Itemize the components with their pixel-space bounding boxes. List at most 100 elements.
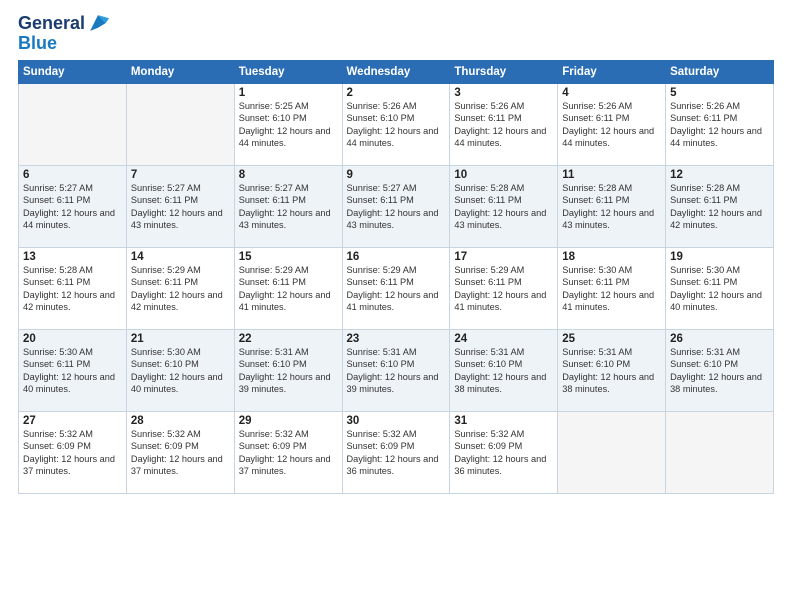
calendar-week-1: 1Sunrise: 5:25 AM Sunset: 6:10 PM Daylig…	[19, 83, 774, 165]
calendar-cell: 26Sunrise: 5:31 AM Sunset: 6:10 PM Dayli…	[666, 329, 774, 411]
weekday-header-wednesday: Wednesday	[342, 60, 450, 83]
calendar-cell: 8Sunrise: 5:27 AM Sunset: 6:11 PM Daylig…	[234, 165, 342, 247]
day-number: 21	[131, 333, 230, 345]
day-info: Sunrise: 5:29 AM Sunset: 6:11 PM Dayligh…	[131, 264, 230, 314]
weekday-header-saturday: Saturday	[666, 60, 774, 83]
day-info: Sunrise: 5:29 AM Sunset: 6:11 PM Dayligh…	[454, 264, 553, 314]
logo-text-general: General	[18, 14, 85, 34]
calendar-cell: 15Sunrise: 5:29 AM Sunset: 6:11 PM Dayli…	[234, 247, 342, 329]
weekday-header-monday: Monday	[126, 60, 234, 83]
day-number: 7	[131, 169, 230, 181]
day-info: Sunrise: 5:28 AM Sunset: 6:11 PM Dayligh…	[670, 182, 769, 232]
calendar-cell: 19Sunrise: 5:30 AM Sunset: 6:11 PM Dayli…	[666, 247, 774, 329]
calendar-cell: 7Sunrise: 5:27 AM Sunset: 6:11 PM Daylig…	[126, 165, 234, 247]
day-number: 31	[454, 415, 553, 427]
day-number: 12	[670, 169, 769, 181]
calendar-cell	[19, 83, 127, 165]
day-info: Sunrise: 5:31 AM Sunset: 6:10 PM Dayligh…	[347, 346, 446, 396]
day-info: Sunrise: 5:26 AM Sunset: 6:10 PM Dayligh…	[347, 100, 446, 150]
calendar-cell: 10Sunrise: 5:28 AM Sunset: 6:11 PM Dayli…	[450, 165, 558, 247]
day-number: 8	[239, 169, 338, 181]
calendar-table: SundayMondayTuesdayWednesdayThursdayFrid…	[18, 60, 774, 494]
day-info: Sunrise: 5:26 AM Sunset: 6:11 PM Dayligh…	[562, 100, 661, 150]
calendar-week-4: 20Sunrise: 5:30 AM Sunset: 6:11 PM Dayli…	[19, 329, 774, 411]
day-info: Sunrise: 5:31 AM Sunset: 6:10 PM Dayligh…	[562, 346, 661, 396]
day-number: 1	[239, 87, 338, 99]
calendar-cell: 13Sunrise: 5:28 AM Sunset: 6:11 PM Dayli…	[19, 247, 127, 329]
day-number: 23	[347, 333, 446, 345]
weekday-header-tuesday: Tuesday	[234, 60, 342, 83]
day-info: Sunrise: 5:30 AM Sunset: 6:10 PM Dayligh…	[131, 346, 230, 396]
calendar-cell: 5Sunrise: 5:26 AM Sunset: 6:11 PM Daylig…	[666, 83, 774, 165]
day-info: Sunrise: 5:32 AM Sunset: 6:09 PM Dayligh…	[239, 428, 338, 478]
calendar-cell: 16Sunrise: 5:29 AM Sunset: 6:11 PM Dayli…	[342, 247, 450, 329]
day-number: 11	[562, 169, 661, 181]
logo-text-blue: Blue	[18, 34, 109, 54]
day-info: Sunrise: 5:28 AM Sunset: 6:11 PM Dayligh…	[454, 182, 553, 232]
day-info: Sunrise: 5:28 AM Sunset: 6:11 PM Dayligh…	[23, 264, 122, 314]
day-number: 22	[239, 333, 338, 345]
day-number: 15	[239, 251, 338, 263]
day-number: 26	[670, 333, 769, 345]
day-info: Sunrise: 5:27 AM Sunset: 6:11 PM Dayligh…	[23, 182, 122, 232]
day-number: 24	[454, 333, 553, 345]
day-number: 13	[23, 251, 122, 263]
day-number: 3	[454, 87, 553, 99]
day-number: 25	[562, 333, 661, 345]
calendar-cell: 18Sunrise: 5:30 AM Sunset: 6:11 PM Dayli…	[558, 247, 666, 329]
calendar-week-3: 13Sunrise: 5:28 AM Sunset: 6:11 PM Dayli…	[19, 247, 774, 329]
day-info: Sunrise: 5:32 AM Sunset: 6:09 PM Dayligh…	[23, 428, 122, 478]
day-info: Sunrise: 5:25 AM Sunset: 6:10 PM Dayligh…	[239, 100, 338, 150]
day-info: Sunrise: 5:28 AM Sunset: 6:11 PM Dayligh…	[562, 182, 661, 232]
day-info: Sunrise: 5:29 AM Sunset: 6:11 PM Dayligh…	[239, 264, 338, 314]
day-number: 2	[347, 87, 446, 99]
day-number: 14	[131, 251, 230, 263]
day-info: Sunrise: 5:32 AM Sunset: 6:09 PM Dayligh…	[454, 428, 553, 478]
calendar-cell: 29Sunrise: 5:32 AM Sunset: 6:09 PM Dayli…	[234, 411, 342, 493]
calendar-cell: 1Sunrise: 5:25 AM Sunset: 6:10 PM Daylig…	[234, 83, 342, 165]
day-info: Sunrise: 5:27 AM Sunset: 6:11 PM Dayligh…	[131, 182, 230, 232]
day-info: Sunrise: 5:27 AM Sunset: 6:11 PM Dayligh…	[239, 182, 338, 232]
day-number: 18	[562, 251, 661, 263]
day-number: 10	[454, 169, 553, 181]
header: General Blue	[18, 10, 774, 54]
day-info: Sunrise: 5:29 AM Sunset: 6:11 PM Dayligh…	[347, 264, 446, 314]
calendar-week-5: 27Sunrise: 5:32 AM Sunset: 6:09 PM Dayli…	[19, 411, 774, 493]
weekday-header-friday: Friday	[558, 60, 666, 83]
calendar-cell	[126, 83, 234, 165]
calendar-cell: 21Sunrise: 5:30 AM Sunset: 6:10 PM Dayli…	[126, 329, 234, 411]
day-number: 19	[670, 251, 769, 263]
day-info: Sunrise: 5:32 AM Sunset: 6:09 PM Dayligh…	[131, 428, 230, 478]
day-info: Sunrise: 5:27 AM Sunset: 6:11 PM Dayligh…	[347, 182, 446, 232]
calendar-cell: 6Sunrise: 5:27 AM Sunset: 6:11 PM Daylig…	[19, 165, 127, 247]
logo-icon	[87, 12, 109, 34]
calendar-cell: 14Sunrise: 5:29 AM Sunset: 6:11 PM Dayli…	[126, 247, 234, 329]
calendar-cell: 23Sunrise: 5:31 AM Sunset: 6:10 PM Dayli…	[342, 329, 450, 411]
weekday-header-sunday: Sunday	[19, 60, 127, 83]
day-number: 5	[670, 87, 769, 99]
calendar-cell: 24Sunrise: 5:31 AM Sunset: 6:10 PM Dayli…	[450, 329, 558, 411]
day-number: 20	[23, 333, 122, 345]
day-info: Sunrise: 5:26 AM Sunset: 6:11 PM Dayligh…	[454, 100, 553, 150]
calendar-cell: 31Sunrise: 5:32 AM Sunset: 6:09 PM Dayli…	[450, 411, 558, 493]
day-number: 6	[23, 169, 122, 181]
day-info: Sunrise: 5:30 AM Sunset: 6:11 PM Dayligh…	[670, 264, 769, 314]
calendar-cell: 20Sunrise: 5:30 AM Sunset: 6:11 PM Dayli…	[19, 329, 127, 411]
calendar-cell: 27Sunrise: 5:32 AM Sunset: 6:09 PM Dayli…	[19, 411, 127, 493]
calendar-cell	[666, 411, 774, 493]
calendar-cell	[558, 411, 666, 493]
day-info: Sunrise: 5:31 AM Sunset: 6:10 PM Dayligh…	[454, 346, 553, 396]
day-info: Sunrise: 5:30 AM Sunset: 6:11 PM Dayligh…	[23, 346, 122, 396]
day-info: Sunrise: 5:26 AM Sunset: 6:11 PM Dayligh…	[670, 100, 769, 150]
day-info: Sunrise: 5:31 AM Sunset: 6:10 PM Dayligh…	[239, 346, 338, 396]
calendar-cell: 28Sunrise: 5:32 AM Sunset: 6:09 PM Dayli…	[126, 411, 234, 493]
logo: General Blue	[18, 14, 109, 54]
calendar-cell: 17Sunrise: 5:29 AM Sunset: 6:11 PM Dayli…	[450, 247, 558, 329]
day-number: 29	[239, 415, 338, 427]
day-number: 4	[562, 87, 661, 99]
calendar-week-2: 6Sunrise: 5:27 AM Sunset: 6:11 PM Daylig…	[19, 165, 774, 247]
calendar-cell: 25Sunrise: 5:31 AM Sunset: 6:10 PM Dayli…	[558, 329, 666, 411]
day-info: Sunrise: 5:32 AM Sunset: 6:09 PM Dayligh…	[347, 428, 446, 478]
calendar-cell: 11Sunrise: 5:28 AM Sunset: 6:11 PM Dayli…	[558, 165, 666, 247]
day-info: Sunrise: 5:31 AM Sunset: 6:10 PM Dayligh…	[670, 346, 769, 396]
